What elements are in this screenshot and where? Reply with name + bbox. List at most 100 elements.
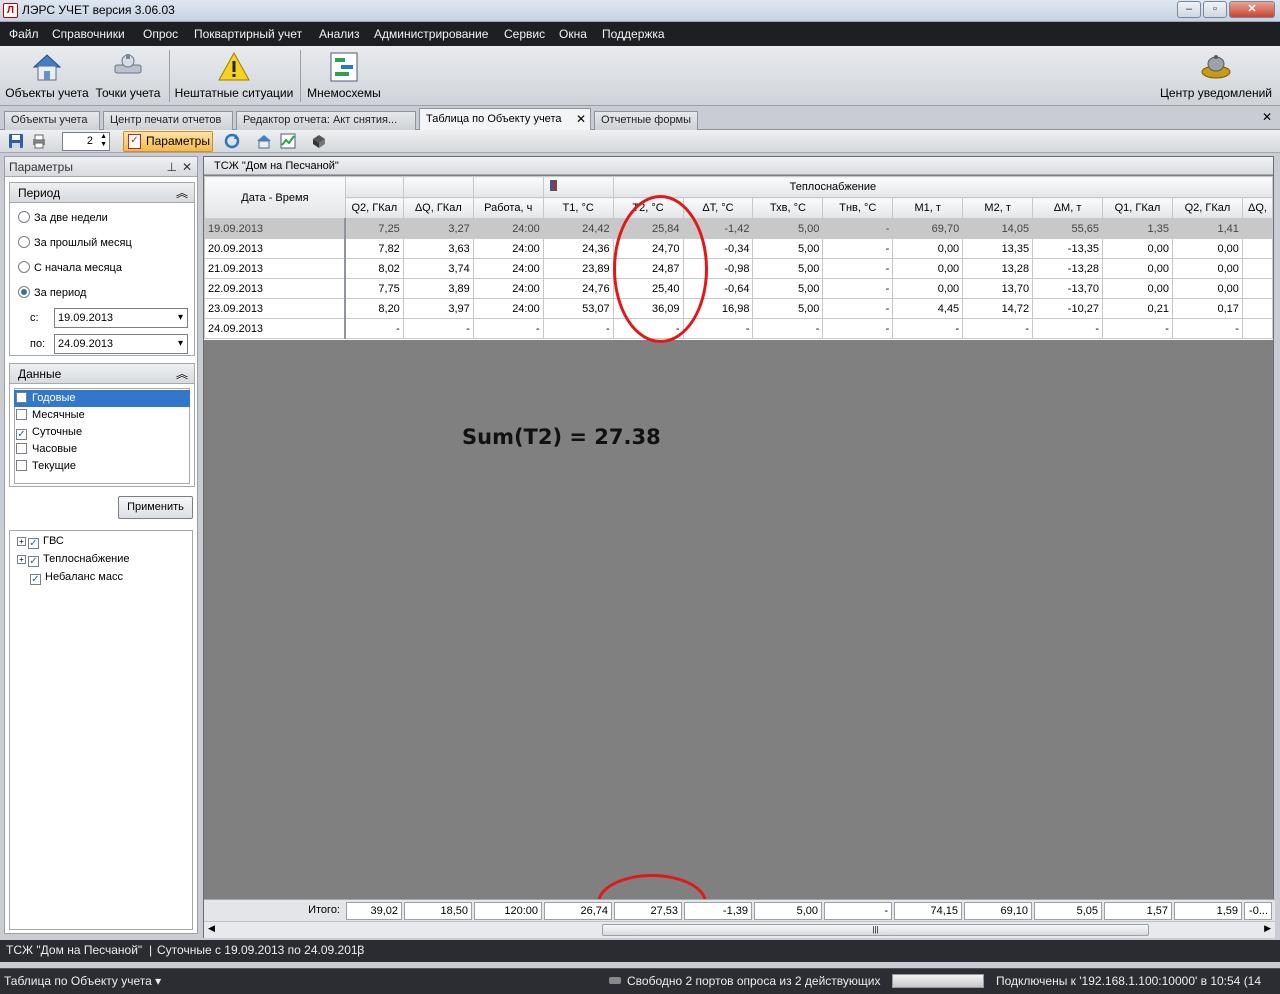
scroll-right-icon[interactable]: ▶ <box>1264 923 1271 934</box>
radio-last-month[interactable]: За прошлый месяц <box>18 236 132 250</box>
data-group: Данные ︽ Годовые Месячные ✓ Суточные Часов… <box>9 363 195 487</box>
stepper-arrows-icon[interactable]: ▲ ▼ <box>100 133 107 149</box>
print-icon[interactable] <box>31 133 47 149</box>
parameters-panel-header: Параметры ⊥ ✕ <box>5 157 197 177</box>
menu-poll[interactable]: Опрос <box>143 27 178 41</box>
thermometer-icon <box>549 180 557 191</box>
menu-file[interactable]: Файл <box>9 27 39 41</box>
period-group-header[interactable]: Период ︽ <box>10 183 194 203</box>
column-header[interactable]: Q1, ГКал <box>1102 197 1173 219</box>
refresh-icon[interactable] <box>224 133 240 149</box>
status-object: ТСЖ "Дом на Песчаной" <box>6 943 143 957</box>
tab-report-forms[interactable]: Отчетные формы <box>594 111 698 130</box>
column-header[interactable]: M1, т <box>892 197 964 219</box>
table-cell: -13,35 <box>1032 238 1103 259</box>
table-row[interactable]: 22.09.2013 7,75 3,89 24:00 24,76 25,40 -0,64 5,… <box>204 278 1273 299</box>
parameters-label: Параметры <box>146 134 210 148</box>
menu-service[interactable]: Сервис <box>504 27 545 41</box>
column-header[interactable]: Q2, ГКал <box>1171 197 1243 219</box>
table-cell: 0,21 <box>1102 298 1173 319</box>
table-cell: 5,00 <box>752 218 824 239</box>
mnemo-button[interactable]: Мнемосхемы <box>304 48 384 104</box>
column-header[interactable]: T1, °C <box>542 197 614 219</box>
emergency-button[interactable]: Нештатные ситуации <box>173 48 295 104</box>
data-current-item[interactable]: Текущие <box>14 458 190 475</box>
data-hourly-item[interactable]: Часовые <box>14 441 190 458</box>
tab-print-center[interactable]: Центр печати отчетов <box>103 111 233 130</box>
menu-apartment-metering[interactable]: Поквартирный учет <box>194 27 302 41</box>
column-header[interactable]: M2, т <box>962 197 1034 219</box>
menu-support[interactable]: Поддержка <box>602 27 665 41</box>
menu-analysis[interactable]: Анализ <box>319 27 360 41</box>
close-tab-icon[interactable]: ✕ <box>576 109 586 130</box>
notification-center-button[interactable]: Центр уведомлений <box>1158 48 1274 104</box>
close-panel-icon[interactable]: ✕ <box>182 157 192 177</box>
table-cell: - <box>892 318 964 339</box>
parameters-toggle-button[interactable]: ✓ Параметры <box>123 131 213 152</box>
objects-button[interactable]: Объекты учета <box>3 48 91 104</box>
ports-status-icon <box>609 977 621 984</box>
apply-button[interactable]: Применить <box>118 496 193 519</box>
table-row[interactable]: 21.09.2013 8,02 3,74 24:00 23,89 24,87 -0,98 5,… <box>204 258 1273 279</box>
column-header[interactable]: Тхв, °C <box>752 197 824 219</box>
from-date-picker[interactable]: 19.09.2013 <box>54 308 188 328</box>
data-daily-item[interactable]: ✓ Суточные <box>14 424 190 441</box>
data-grid[interactable]: Дата - Время Теплоснабжение Q2, ГКал ΔQ, … <box>204 176 1273 340</box>
table-cell: 5,00 <box>752 238 824 259</box>
scroll-thumb[interactable]: ||| <box>602 924 1149 936</box>
menu-windows[interactable]: Окна <box>559 27 587 41</box>
export-icon[interactable] <box>311 133 327 149</box>
table-row[interactable]: 23.09.2013 8,20 3,97 24:00 53,07 36,09 16,98 5,… <box>204 298 1273 319</box>
scroll-left-icon[interactable]: ◀ <box>208 923 215 934</box>
to-date-picker[interactable]: 24.09.2013 <box>54 334 188 354</box>
radio-custom-period[interactable]: За период <box>18 286 86 300</box>
table-cell: - <box>962 318 1034 339</box>
radio-month-start[interactable]: С начала месяца <box>18 261 122 275</box>
column-header[interactable]: ΔQ, ГКал <box>402 197 474 219</box>
radio-two-weeks[interactable]: За две недели <box>18 211 108 225</box>
close-button[interactable]: ✕ <box>1229 1 1275 18</box>
tab-objects[interactable]: Объекты учета <box>4 111 100 130</box>
data-yearly-item[interactable]: Годовые <box>14 390 190 407</box>
home-icon[interactable] <box>256 133 272 149</box>
collapse-icon[interactable]: ︽ <box>176 183 188 203</box>
date-time-header[interactable]: Дата - Время <box>204 176 346 219</box>
horizontal-scrollbar[interactable]: ◀ ||| ▶ <box>204 921 1275 938</box>
collapse-icon[interactable]: ︽ <box>176 364 188 384</box>
data-group-header[interactable]: Данные ︽ <box>10 364 194 384</box>
tree-item-mass-imbalance[interactable]: ✓ Небаланс масс <box>30 569 123 585</box>
maximize-button[interactable]: ▫ <box>1203 1 1227 18</box>
column-header[interactable]: Q2, ГКал <box>344 197 404 219</box>
table-cell: - <box>1171 318 1243 339</box>
column-header[interactable]: ΔM, т <box>1032 197 1103 219</box>
close-all-icon[interactable]: ✕ <box>1262 110 1272 124</box>
points-button[interactable]: Точки учета <box>93 48 163 104</box>
tree-item-heating[interactable]: + ✓ Теплоснабжение <box>17 551 130 567</box>
column-header[interactable]: ΔQ, <box>1241 197 1273 219</box>
tab-object-table[interactable]: Таблица по Объекту учета ✕ <box>419 108 591 131</box>
table-cell <box>1241 218 1273 239</box>
tree-item-hot-water[interactable]: + ✓ ГВС <box>17 533 64 549</box>
tree-item-hot-water-label: ГВС <box>43 535 64 547</box>
row-date: 22.09.2013 <box>204 278 347 299</box>
tab-report-editor[interactable]: Редактор отчета: Акт снятия... <box>236 111 416 130</box>
window-switcher[interactable]: Таблица по Объекту учета ▾ <box>4 969 161 993</box>
table-cell: 23,89 <box>542 258 614 279</box>
table-row[interactable]: 19.09.2013 7,25 3,27 24:00 24,42 25,84 -1,42 5,… <box>204 218 1273 239</box>
minimize-button[interactable]: – <box>1177 1 1201 18</box>
pin-icon[interactable]: ⊥ <box>167 157 177 177</box>
copies-stepper[interactable]: 2 ▲ ▼ <box>62 132 110 151</box>
menu-administration[interactable]: Администрирование <box>374 27 488 41</box>
save-icon[interactable] <box>8 133 24 149</box>
menu-directories[interactable]: Справочники <box>52 27 125 41</box>
row-date: 20.09.2013 <box>204 238 347 259</box>
chart-icon[interactable] <box>280 133 296 149</box>
table-cell: - <box>822 238 894 259</box>
data-monthly-item[interactable]: Месячные <box>14 407 190 424</box>
table-row[interactable]: 20.09.2013 7,82 3,63 24:00 24,36 24,70 -0,34 5,… <box>204 238 1273 259</box>
table-cell <box>1241 258 1273 279</box>
bell-icon <box>1201 55 1231 79</box>
column-header[interactable]: Работа, ч <box>472 197 544 219</box>
column-header[interactable]: Тнв, °C <box>822 197 894 219</box>
table-row[interactable]: 24.09.2013- - - - - - - - - - - - - <box>204 318 1273 339</box>
